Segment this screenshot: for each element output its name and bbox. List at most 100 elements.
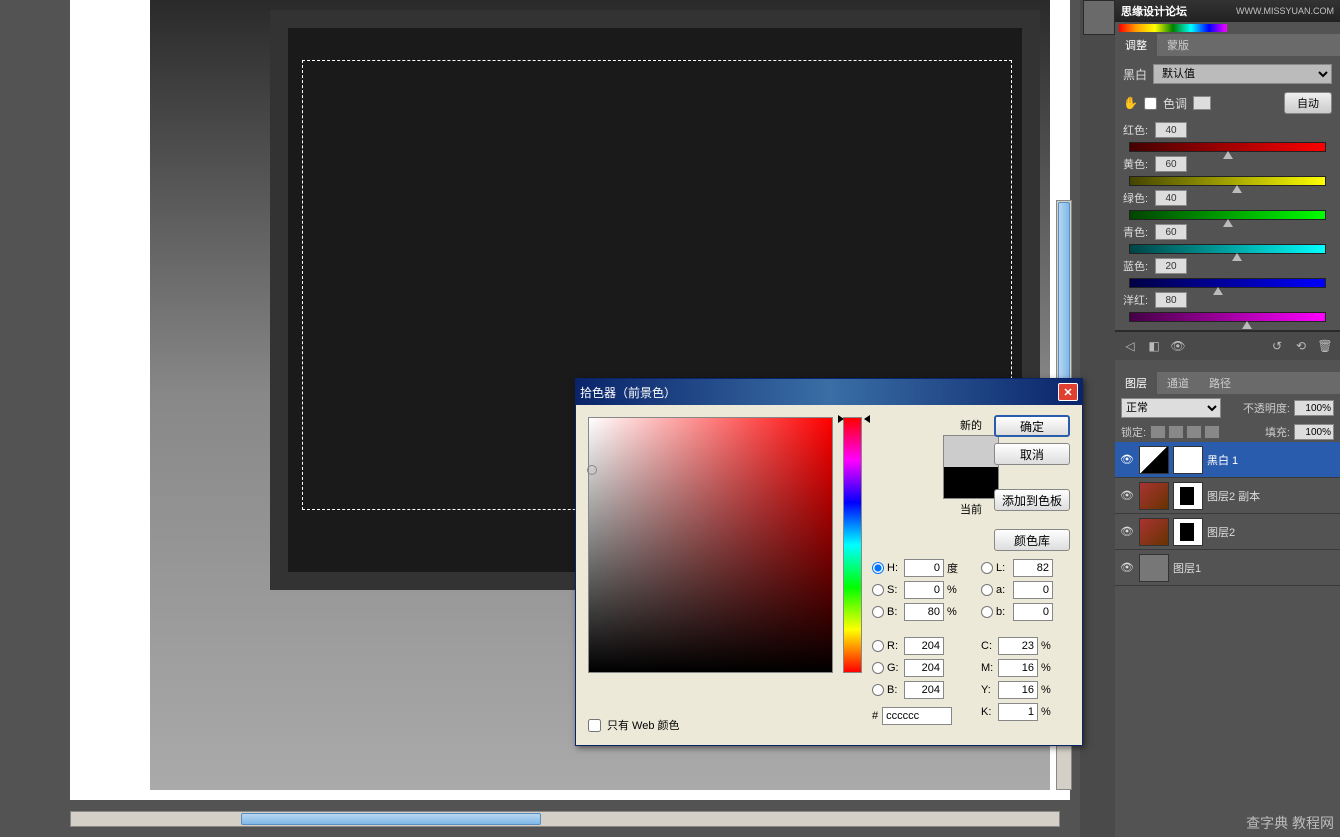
slider-thumb[interactable] (1213, 287, 1223, 295)
visibility-icon[interactable]: 👁 (1119, 525, 1135, 538)
field-bb[interactable] (904, 681, 944, 699)
field-g[interactable] (904, 659, 944, 677)
right-panel-area: 思缘设计论坛 WWW.MISSYUAN.COM 调整 蒙版 黑白 默认值 ✋ 色… (1115, 0, 1340, 837)
layer-thumbnail[interactable] (1139, 518, 1169, 546)
slider-track[interactable] (1129, 312, 1326, 322)
slider-track[interactable] (1129, 176, 1326, 186)
web-only-input[interactable] (588, 719, 601, 732)
tint-checkbox[interactable] (1144, 97, 1157, 110)
tab-adjustments[interactable]: 调整 (1115, 34, 1157, 56)
mask-thumbnail[interactable] (1173, 446, 1203, 474)
layer-thumbnail[interactable] (1139, 554, 1169, 582)
radio-l[interactable] (981, 562, 993, 574)
panel-icon-strip[interactable] (1083, 0, 1115, 35)
field-c[interactable] (998, 637, 1038, 655)
field-a[interactable] (1013, 581, 1053, 599)
close-button[interactable]: ✕ (1058, 383, 1078, 401)
field-hex[interactable] (882, 707, 952, 725)
layer-thumbnail[interactable] (1139, 482, 1169, 510)
tab-paths[interactable]: 路径 (1199, 372, 1241, 394)
layer-row[interactable]: 👁图层1 (1115, 550, 1340, 586)
lock-transparent-icon[interactable] (1150, 425, 1166, 439)
slider-track[interactable] (1129, 244, 1326, 254)
slider-thumb[interactable] (1223, 151, 1233, 159)
opacity-field[interactable] (1294, 400, 1334, 416)
tab-layers[interactable]: 图层 (1115, 372, 1157, 394)
layer-row[interactable]: 👁图层2 副本 (1115, 478, 1340, 514)
trash-icon[interactable]: 🗑 (1316, 338, 1334, 354)
slider-value[interactable] (1155, 190, 1187, 206)
visibility-icon[interactable]: 👁 (1119, 561, 1135, 574)
layer-row[interactable]: 👁黑白 1 (1115, 442, 1340, 478)
field-l[interactable] (1013, 559, 1053, 577)
color-field-cursor (587, 465, 597, 475)
mask-thumbnail[interactable] (1173, 482, 1203, 510)
field-s[interactable] (904, 581, 944, 599)
radio-r[interactable] (872, 640, 884, 652)
lock-position-icon[interactable] (1186, 425, 1202, 439)
web-only-checkbox[interactable]: 只有 Web 颜色 (588, 717, 680, 733)
current-color-label: 当前 (960, 501, 982, 517)
slider-value[interactable] (1155, 224, 1187, 240)
field-h[interactable] (904, 559, 944, 577)
slider-value[interactable] (1155, 292, 1187, 308)
blend-mode-select[interactable]: 正常 (1121, 398, 1221, 418)
lock-pixels-icon[interactable] (1168, 425, 1184, 439)
radio-h[interactable] (872, 562, 884, 574)
slider-value[interactable] (1155, 156, 1187, 172)
slider-value[interactable] (1155, 122, 1187, 138)
scrollbar-thumb[interactable] (241, 813, 541, 825)
new-color-swatch (944, 436, 998, 467)
slider-thumb[interactable] (1242, 321, 1252, 329)
auto-button[interactable]: 自动 (1284, 92, 1332, 114)
tint-swatch[interactable] (1193, 96, 1211, 110)
color-field[interactable] (588, 417, 833, 673)
slider-thumb[interactable] (1232, 185, 1242, 193)
prev-icon[interactable]: ⟲ (1292, 338, 1310, 354)
clip-icon[interactable]: ◧ (1145, 338, 1163, 354)
radio-bb[interactable] (872, 684, 884, 696)
preset-select[interactable]: 默认值 (1153, 64, 1332, 84)
color-lib-button[interactable]: 颜色库 (994, 529, 1070, 551)
slider-thumb[interactable] (1223, 219, 1233, 227)
fill-field[interactable] (1294, 424, 1334, 440)
field-y[interactable] (998, 681, 1038, 699)
radio-b[interactable] (872, 606, 884, 618)
cancel-button[interactable]: 取消 (994, 443, 1070, 465)
visibility-icon[interactable]: 👁 (1119, 453, 1135, 466)
bw-label: 黑白 (1123, 66, 1147, 83)
field-m[interactable] (998, 659, 1038, 677)
radio-a[interactable] (981, 584, 993, 596)
hue-slider[interactable] (843, 417, 862, 673)
slider-thumb[interactable] (1232, 253, 1242, 261)
ok-button[interactable]: 确定 (994, 415, 1070, 437)
field-b[interactable] (904, 603, 944, 621)
field-k[interactable] (998, 703, 1038, 721)
dialog-titlebar[interactable]: 拾色器（前景色） ✕ (576, 379, 1082, 405)
layer-row[interactable]: 👁图层2 (1115, 514, 1340, 550)
slider-track[interactable] (1129, 142, 1326, 152)
reset-icon[interactable]: ↺ (1268, 338, 1286, 354)
current-color-swatch[interactable] (944, 467, 998, 498)
horizontal-scrollbar[interactable] (70, 811, 1060, 827)
tab-masks[interactable]: 蒙版 (1157, 34, 1199, 56)
slider-track[interactable] (1129, 278, 1326, 288)
tab-channels[interactable]: 通道 (1157, 372, 1199, 394)
field-r[interactable] (904, 637, 944, 655)
slider-track[interactable] (1129, 210, 1326, 220)
mask-thumbnail[interactable] (1173, 518, 1203, 546)
radio-lab-b[interactable] (981, 606, 993, 618)
eye-icon[interactable]: 👁 (1169, 338, 1187, 354)
brand-name: 思缘设计论坛 (1121, 3, 1187, 19)
hand-icon[interactable]: ✋ (1123, 96, 1138, 110)
field-lab-b[interactable] (1013, 603, 1053, 621)
back-icon[interactable]: ◁ (1121, 338, 1139, 354)
visibility-icon[interactable]: 👁 (1119, 489, 1135, 502)
layer-thumbnail[interactable] (1139, 446, 1169, 474)
slider-value[interactable] (1155, 258, 1187, 274)
radio-s[interactable] (872, 584, 884, 596)
radio-g[interactable] (872, 662, 884, 674)
lock-all-icon[interactable] (1204, 425, 1220, 439)
add-swatch-button[interactable]: 添加到色板 (994, 489, 1070, 511)
adjustments-panel: 黑白 默认值 ✋ 色调 自动 红色: 黄色: 绿色: (1115, 56, 1340, 331)
